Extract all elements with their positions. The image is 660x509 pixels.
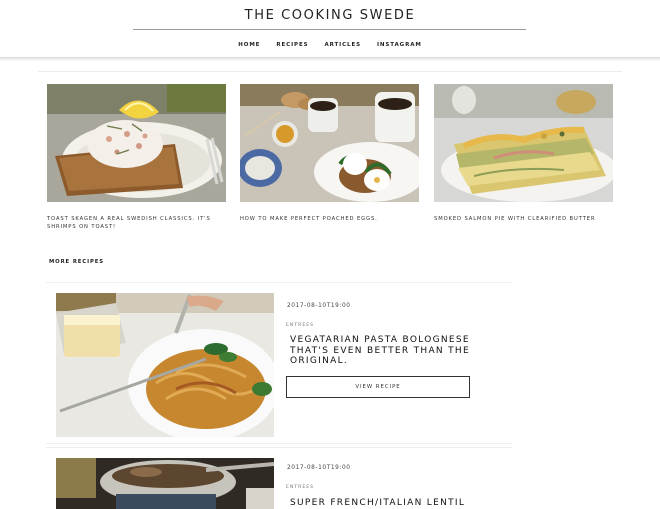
featured-image-salmon-pie[interactable] [434,84,613,202]
recipe-image-lentil[interactable] [56,458,274,509]
main-nav: HOME RECIPES ARTICLES INSTAGRAM [0,42,660,48]
site-header: THE COOKING SWEDE HOME RECIPES ARTICLES … [0,0,660,60]
recipe-title[interactable]: VEGATARIAN PASTA BOLOGNESE THAT'S EVEN B… [290,335,490,367]
featured-image-poached-eggs[interactable] [240,84,419,202]
recipe-image-pasta-bolognese[interactable] [56,293,274,437]
header-shadow [0,57,660,61]
recipe-category[interactable]: ENTREES [286,485,314,490]
nav-item-articles[interactable]: ARTICLES [324,42,361,48]
recipe-row-lentil: 2017-08-10T19:00 ENTREES SUPER FRENCH/IT… [46,447,512,509]
featured-caption[interactable]: HOW TO MAKE PERFECT POACHED EGGS. [240,215,419,223]
featured-caption[interactable]: TOAST SKAGEN A REAL SWEDISH CLASSICS. IT… [47,215,226,231]
recipe-category[interactable]: ENTREES [286,323,314,328]
featured-card-toast-skagen[interactable]: TOAST SKAGEN A REAL SWEDISH CLASSICS. IT… [47,84,226,231]
site-title[interactable]: THE COOKING SWEDE [0,8,660,23]
section-divider [38,71,622,72]
featured-card-salmon-pie[interactable]: SMOKED SALMON PIE WITH CLEARIFIED BUTTER [434,84,613,223]
nav-item-home[interactable]: HOME [238,42,260,48]
recipe-title[interactable]: SUPER FRENCH/ITALIAN LENTIL [290,498,490,509]
nav-item-recipes[interactable]: RECIPES [276,42,308,48]
more-recipes-heading: MORE RECIPES [49,259,104,265]
title-divider [133,29,526,30]
featured-image-toast-skagen[interactable] [47,84,226,202]
recipe-date: 2017-08-10T19:00 [287,465,351,471]
featured-card-poached-eggs[interactable]: HOW TO MAKE PERFECT POACHED EGGS. [240,84,419,223]
view-recipe-button[interactable]: VIEW RECIPE [286,376,470,398]
featured-caption[interactable]: SMOKED SALMON PIE WITH CLEARIFIED BUTTER [434,215,613,223]
recipe-row-pasta-bolognese: 2017-08-10T19:00 ENTREES VEGATARIAN PAST… [46,282,512,444]
recipe-date: 2017-08-10T19:00 [287,303,351,309]
nav-item-instagram[interactable]: INSTAGRAM [377,42,422,48]
